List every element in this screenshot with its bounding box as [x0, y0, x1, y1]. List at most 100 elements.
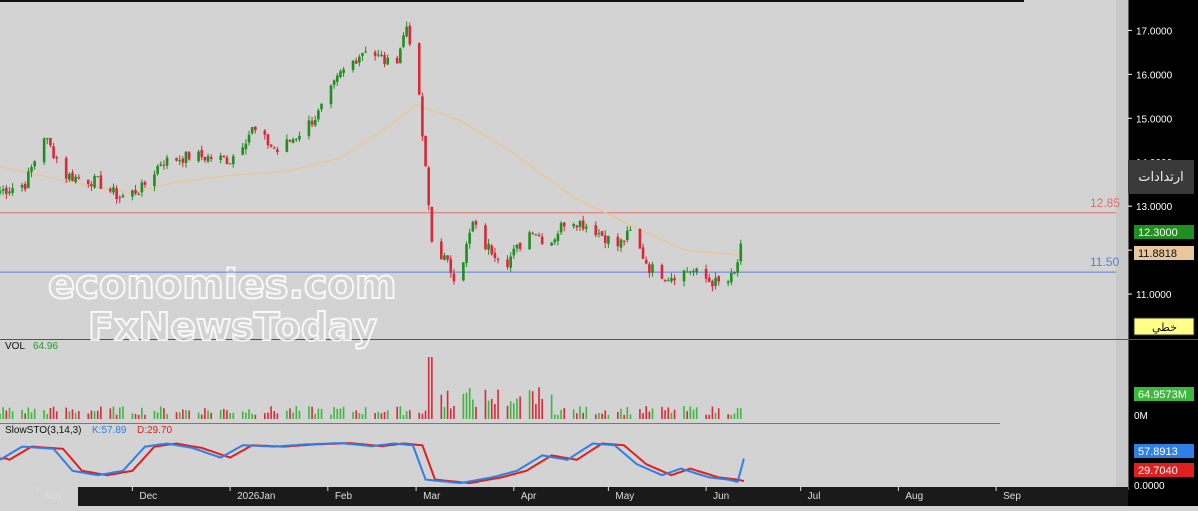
- horizontal-levels: 12.85 11.50: [0, 196, 1120, 273]
- volume-bar: [449, 408, 452, 419]
- candle-body: [638, 229, 642, 249]
- volume-bar: [43, 410, 45, 419]
- volume-bar: [424, 410, 427, 419]
- volume-bar: [689, 406, 692, 419]
- volume-bar: [601, 413, 603, 419]
- candle-body: [682, 270, 686, 282]
- candle-body: [115, 188, 118, 199]
- chart-canvas[interactable]: economies.com FxNewsToday 12.85 11.50 17.…: [0, 0, 1198, 506]
- candle-body: [1, 189, 5, 191]
- volume-bar: [219, 410, 222, 419]
- candle-body: [156, 166, 159, 174]
- candle-body: [203, 156, 207, 161]
- svg-text:64.9573M: 64.9573M: [1138, 389, 1187, 401]
- volume-bar: [736, 408, 739, 419]
- candle-body: [625, 230, 629, 241]
- candle-body: [629, 229, 632, 231]
- volume-bar: [93, 411, 96, 419]
- volume-bar: [639, 408, 641, 419]
- candle-body: [585, 226, 588, 229]
- time-tick-label: Nov: [45, 491, 63, 502]
- candle-body: [159, 164, 163, 166]
- candle-body: [342, 69, 345, 74]
- candle-body: [490, 245, 494, 255]
- candle-body: [165, 157, 169, 166]
- candle-body: [730, 272, 733, 283]
- candle-body: [364, 51, 367, 53]
- retracements-button[interactable]: ارتدادات: [1128, 160, 1194, 194]
- volume-bar: [207, 410, 209, 419]
- candle-body: [648, 264, 651, 273]
- candle-body: [421, 96, 424, 137]
- candle-body: [430, 206, 434, 242]
- candle-body: [178, 160, 181, 162]
- candle-body: [8, 191, 11, 194]
- volume-bar: [46, 414, 49, 419]
- volume-axis-zero: 0M: [1134, 411, 1148, 422]
- volume-bar: [402, 414, 405, 419]
- volume-bar: [582, 412, 584, 419]
- candle-body: [739, 243, 743, 262]
- candle-body: [597, 232, 601, 234]
- volume-bar: [229, 412, 231, 419]
- price-tick-label: 17.0000: [1136, 26, 1173, 37]
- candle-body: [446, 255, 449, 260]
- candle-body: [380, 54, 383, 57]
- volume-bar: [248, 409, 250, 419]
- candle-body: [572, 224, 576, 227]
- vertical-scrollbar[interactable]: [1116, 0, 1127, 490]
- candle-body: [670, 277, 673, 282]
- candle-body: [320, 103, 323, 110]
- volume-bar: [733, 413, 736, 419]
- volume-bar: [141, 407, 143, 419]
- time-tick-label: Dec: [139, 491, 157, 502]
- candle-body: [291, 139, 295, 143]
- volume-bar: [267, 412, 269, 419]
- candle-body: [68, 173, 71, 180]
- volume-bar: [494, 404, 496, 419]
- candle-body: [23, 183, 27, 190]
- candle-body: [578, 221, 582, 227]
- volume-bar: [670, 412, 673, 419]
- stoch-d-tag: 29.7040: [1134, 463, 1194, 477]
- volume-bar: [686, 411, 688, 419]
- volume-bar: [223, 408, 225, 419]
- volume-bar: [711, 406, 714, 419]
- line-tool-button[interactable]: خطي: [1133, 317, 1195, 336]
- volume-bar: [308, 406, 310, 419]
- watermark-line1: economies.com: [48, 262, 397, 308]
- volume-bar: [664, 410, 666, 419]
- candle-body: [27, 171, 30, 189]
- volume-bars: [0, 357, 742, 419]
- volume-bar: [96, 410, 99, 419]
- volume-bar: [683, 406, 685, 419]
- volume-bar: [528, 390, 531, 419]
- volume-bar: [377, 411, 380, 419]
- time-axis-bar: [78, 487, 1128, 506]
- chart-root: economies.com FxNewsToday 12.85 11.50 17.…: [0, 0, 1198, 506]
- volume-bar: [232, 412, 235, 419]
- candle-body: [685, 271, 689, 273]
- candle-body: [622, 240, 626, 242]
- volume-bar: [153, 410, 156, 419]
- volume-bar: [490, 398, 493, 419]
- volume-bar: [440, 394, 443, 419]
- candle-body: [175, 157, 178, 161]
- candle-body: [405, 26, 408, 37]
- candle-body: [206, 156, 210, 162]
- volume-bar: [579, 406, 581, 419]
- candle-body: [112, 187, 115, 193]
- volume-bar: [204, 408, 206, 419]
- candle-body: [496, 259, 500, 261]
- candle-body: [64, 158, 68, 179]
- candle-body: [222, 155, 226, 158]
- candle-body: [509, 256, 512, 268]
- volume-bar: [295, 406, 298, 419]
- volume-bar: [27, 407, 30, 419]
- volume-bar: [254, 414, 257, 419]
- candle-body: [162, 164, 166, 166]
- volume-bar: [585, 406, 588, 419]
- candle-body: [358, 56, 361, 63]
- volume-bar: [623, 414, 625, 419]
- volume-bar: [52, 406, 55, 419]
